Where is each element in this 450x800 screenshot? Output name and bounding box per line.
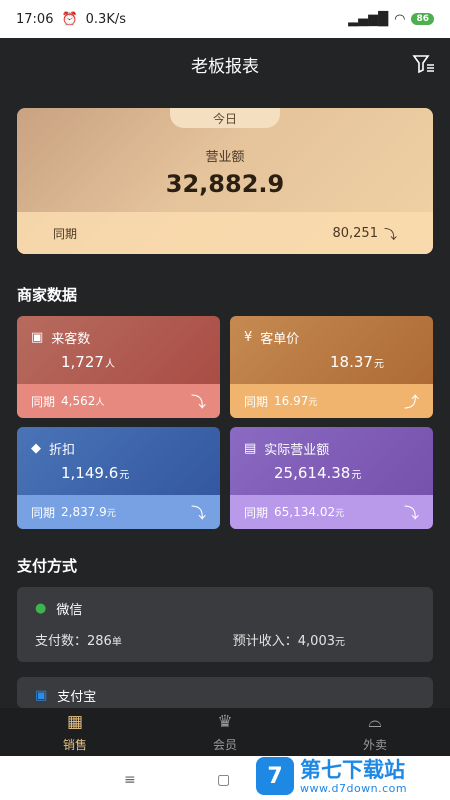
date-tab[interactable]: 今日 — [170, 108, 280, 128]
income-unit: 元 — [335, 637, 345, 648]
status-time: 17:06 — [16, 11, 54, 27]
home-icon[interactable]: ▢ — [217, 772, 230, 788]
wechat-icon: ● — [35, 601, 47, 616]
network-speed: 0.3K/s — [85, 11, 127, 27]
card-unit: 元 — [373, 359, 384, 370]
card-compare-value: 4,562 — [61, 394, 96, 408]
sales-chart-icon: ▦ — [66, 711, 84, 732]
count-label: 支付数： — [35, 634, 88, 649]
payment-income: 预计收入：4,003元 — [233, 630, 345, 649]
tab-takeout[interactable]: ⌓ 外卖 — [300, 708, 450, 756]
card-compare-label: 同期 — [31, 394, 56, 409]
card-compare-unit: 元 — [106, 509, 116, 519]
actual-revenue-card[interactable]: ▤ 实际营业额 25,614.38元 同期 65,134.02元 ⤵ — [230, 427, 433, 529]
crown-icon: ♛ — [217, 711, 233, 732]
watermark-logo: 7 — [256, 757, 294, 795]
revenue-compare-row: 同期 80,251 ⤵ — [17, 212, 433, 254]
card-compare-unit: 元 — [335, 509, 345, 519]
card-name: 来客数 — [51, 332, 91, 347]
card-unit: 元 — [119, 470, 130, 481]
tab-label: 外卖 — [362, 737, 387, 752]
compare-value: 80,251 — [332, 225, 378, 241]
tab-sales[interactable]: ▦ 销售 — [0, 708, 150, 756]
alarm-icon: ⏰ — [61, 11, 78, 27]
watermark-url: www.d7down.com — [300, 781, 408, 795]
wifi-icon: ◠ — [394, 11, 406, 27]
card-compare-unit: 人 — [95, 398, 105, 408]
battery-level: 86 — [411, 13, 434, 25]
bottom-tab-bar: ▦ 销售 ♛ 会员 ⌓ 外卖 — [0, 708, 450, 756]
income-label: 预计收入： — [232, 634, 298, 649]
discount-card[interactable]: ◆ 折扣 1,149.6元 同期 2,837.9元 ⤵ — [17, 427, 220, 529]
card-value: 1,727 — [61, 353, 104, 371]
card-compare-value: 16.97 — [274, 394, 309, 408]
alipay-card[interactable]: ▣ 支付宝 — [17, 677, 433, 708]
alipay-icon: ▣ — [35, 688, 48, 703]
trend-up-icon: ⤴ — [403, 392, 419, 411]
payment-name: 微信 — [56, 603, 83, 618]
tab-members[interactable]: ♛ 会员 — [150, 708, 300, 756]
card-compare-label: 同期 — [244, 505, 269, 520]
tab-label: 销售 — [62, 737, 87, 752]
status-bar: 17:06 ⏰ 0.3K/s ▂▄▆█ ◠ 86 — [0, 0, 450, 38]
card-name: 客单价 — [260, 332, 300, 347]
calendar-check-icon: ▣ — [31, 330, 44, 345]
watermark-brand: 第七下载站 — [300, 757, 405, 782]
top-nav: 老板报表 — [0, 38, 450, 90]
filter-icon[interactable] — [412, 52, 436, 76]
site-watermark: 7 第七下载站 www.d7down.com — [256, 752, 450, 800]
trend-down-icon: ⤵ — [190, 392, 206, 411]
card-compare-value: 65,134.02 — [274, 505, 336, 519]
count-value: 286 — [87, 634, 112, 649]
card-value: 25,614.38 — [274, 464, 351, 482]
card-unit: 人 — [104, 359, 115, 370]
signal-icon: ▂▄▆█ — [348, 11, 389, 27]
page-title: 老板报表 — [191, 56, 259, 77]
card-compare-label: 同期 — [31, 505, 56, 520]
clipboard-icon: ▤ — [244, 441, 257, 456]
card-compare-unit: 元 — [308, 398, 318, 408]
card-name: 实际营业额 — [264, 443, 330, 458]
card-unit: 元 — [351, 470, 362, 481]
trend-down-icon: ⤵ — [383, 227, 397, 243]
trend-down-icon: ⤵ — [403, 503, 419, 522]
wechat-pay-card[interactable]: ● 微信 支付数：286单 预计收入：4,003元 — [17, 587, 433, 662]
trend-down-icon: ⤵ — [190, 503, 206, 522]
income-value: 4,003 — [297, 634, 335, 649]
food-cloche-icon: ⌓ — [368, 711, 382, 732]
payment-count: 支付数：286单 — [35, 630, 122, 649]
card-value: 18.37 — [330, 353, 373, 371]
menu-icon[interactable]: ≡ — [124, 772, 136, 788]
avg-order-price-card[interactable]: ¥ 客单价 18.37元 同期 16.97元 ⤴ — [230, 316, 433, 418]
card-compare-label: 同期 — [244, 394, 269, 409]
payment-section-title: 支付方式 — [17, 557, 78, 575]
count-unit: 单 — [111, 637, 122, 648]
revenue-value: 32,882.9 — [165, 170, 285, 198]
card-compare-value: 2,837.9 — [61, 505, 107, 519]
revenue-label: 营业额 — [205, 150, 245, 165]
payment-name: 支付宝 — [57, 690, 97, 705]
yen-icon: ¥ — [244, 330, 253, 345]
compare-label: 同期 — [53, 226, 78, 241]
tag-icon: ◆ — [31, 441, 41, 456]
card-value: 1,149.6 — [61, 464, 119, 482]
visitor-count-card[interactable]: ▣ 来客数 1,727人 同期 4,562人 ⤵ — [17, 316, 220, 418]
card-name: 折扣 — [49, 443, 76, 458]
revenue-summary-card[interactable]: 今日 营业额 32,882.9 同期 80,251 ⤵ — [17, 108, 433, 254]
merchant-section-title: 商家数据 — [17, 286, 78, 304]
tab-label: 会员 — [212, 737, 237, 752]
